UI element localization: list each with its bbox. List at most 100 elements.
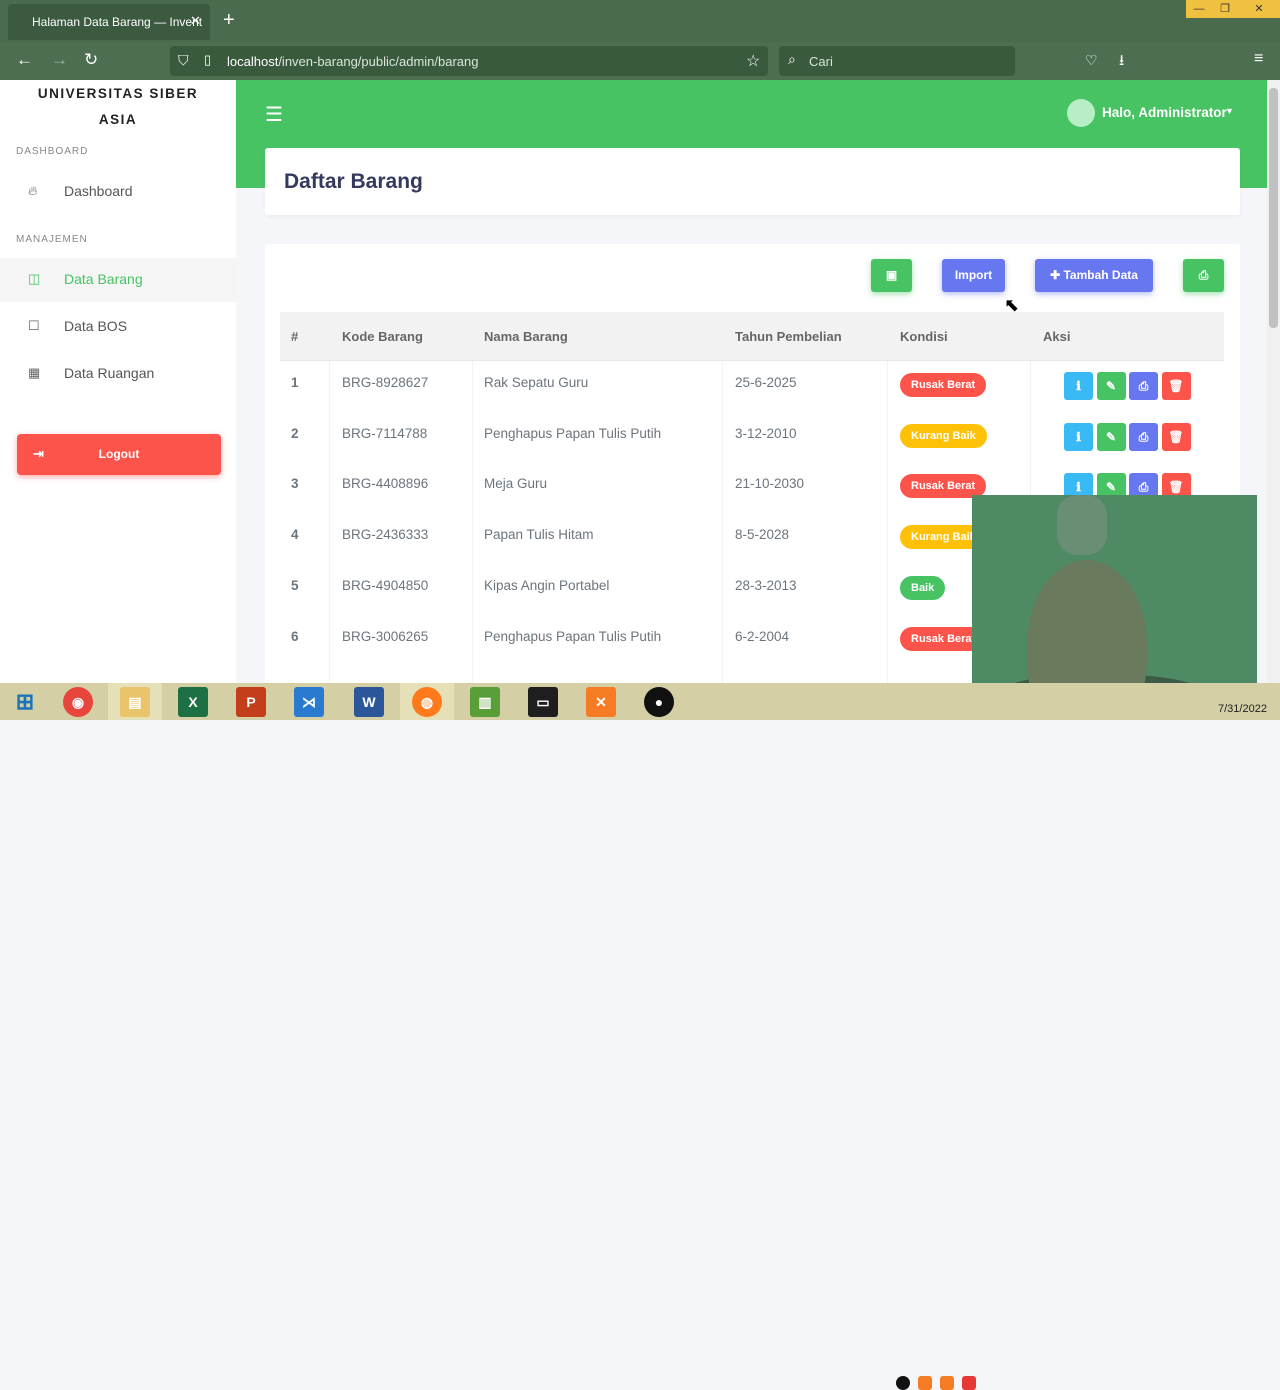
search-bar[interactable]: ⌕ Cari	[779, 46, 1015, 76]
kode-barang-cell: BRG-8928627	[342, 375, 429, 390]
tab-title: Halaman Data Barang — Invent	[32, 15, 203, 29]
kondisi-badge: Kurang Baik	[900, 423, 987, 448]
close-icon: ✕	[1254, 3, 1264, 15]
edit-button[interactable]: ✎	[1096, 422, 1126, 451]
edit-button[interactable]: ✎	[1096, 372, 1126, 400]
delete-button[interactable]: 🗑︎	[1161, 372, 1191, 400]
user-greeting[interactable]: Halo, Administrator	[1102, 105, 1227, 120]
export-excel-button[interactable]: ▣	[871, 259, 912, 292]
column-header: Aksi	[1043, 329, 1071, 344]
square-icon: ☐	[28, 318, 40, 333]
firefox-icon[interactable]: ◍	[412, 687, 442, 717]
grid-icon: ▦	[28, 365, 41, 380]
tab-close-icon[interactable]: ✕	[190, 13, 201, 29]
tray-record-icon[interactable]	[896, 1376, 910, 1390]
import-button[interactable]: Import	[942, 259, 1005, 292]
scrollbar-thumb[interactable]	[1269, 88, 1278, 328]
search-placeholder: Cari	[809, 54, 833, 69]
window-close-button[interactable]: ✕	[1238, 0, 1280, 18]
brand: UNIVERSITAS SIBER ASIA	[0, 80, 236, 133]
tray-xampp-icon[interactable]	[940, 1376, 954, 1390]
tahun-pembelian-cell: 6-2-2004	[735, 628, 790, 644]
kode-barang-cell: BRG-7114788	[342, 425, 428, 441]
pocket-icon[interactable]: ♡	[1085, 52, 1098, 69]
sidebar: UNIVERSITAS SIBER ASIA DASHBOARD 🔥︎ Dash…	[0, 80, 236, 683]
webcam-overlay	[972, 495, 1257, 710]
info-button[interactable]: ℹ	[1064, 372, 1093, 400]
new-tab-button[interactable]: +	[223, 9, 235, 32]
column-header: Kondisi	[900, 329, 948, 344]
menu-icon[interactable]: ≡	[1254, 50, 1263, 68]
bookmark-star-icon[interactable]: ☆	[746, 51, 760, 71]
sidebar-item-data-barang[interactable]: ◫ Data Barang	[0, 258, 236, 302]
terminal-icon[interactable]: ▭	[528, 687, 558, 717]
avatar[interactable]	[1067, 99, 1095, 127]
shield-icon: ⛉	[178, 52, 189, 68]
row-number: 1	[291, 375, 299, 390]
caret-down-icon[interactable]: ▼	[1225, 106, 1234, 116]
delete-button[interactable]: 🗑︎	[1161, 422, 1191, 451]
tray-icon[interactable]	[962, 1376, 976, 1390]
table-row: 1 BRG-8928627 Rak Sepatu Guru 25-6-2025 Rusa…	[280, 361, 1224, 412]
tambah-data-button[interactable]: ✚ Tambah Data	[1035, 259, 1153, 292]
excel-icon: ▣	[885, 268, 898, 282]
sidebar-item-label: Dashboard	[64, 183, 133, 199]
print-button[interactable]: ⎙	[1183, 259, 1224, 292]
word-icon[interactable]: W	[354, 687, 384, 717]
notepad-icon[interactable]: ▥	[470, 687, 500, 717]
recorder-icon[interactable]: ●	[644, 687, 674, 717]
sidebar-item-data-bos[interactable]: ☐ Data BOS	[0, 305, 236, 349]
nama-barang-cell: Penghapus Papan Tulis Putih	[484, 628, 662, 644]
taskbar-clock: 7/31/2022	[1218, 703, 1267, 715]
window-minimize-button[interactable]: —	[1186, 0, 1212, 18]
nama-barang-cell: Papan Tulis Hitam	[484, 527, 594, 543]
info-button[interactable]: ℹ	[1064, 422, 1093, 451]
reload-icon[interactable]: ↻	[84, 50, 98, 70]
url-host: localhost	[227, 54, 279, 69]
download-icon[interactable]: ⭳	[1119, 50, 1124, 75]
mouse-cursor-icon: ⬉	[1004, 295, 1020, 315]
tahun-pembelian-cell: 28-3-2013	[735, 577, 797, 593]
column-header: Kode Barang	[342, 329, 423, 344]
minimize-icon: —	[1193, 3, 1205, 15]
windows-start-icon[interactable]: ⊞	[10, 687, 40, 717]
print-icon: ⎙	[1138, 480, 1149, 495]
sidebar-item-data-ruangan[interactable]: ▦ Data Ruangan	[0, 352, 236, 396]
window-maximize-button[interactable]: ❐	[1212, 0, 1238, 18]
print-row-button[interactable]: ⎙	[1129, 372, 1158, 400]
table-header: # Kode Barang Nama Barang Tahun Pembelia…	[280, 312, 1224, 361]
column-header: Nama Barang	[484, 329, 568, 344]
sidebar-item-label: Data Barang	[64, 271, 143, 287]
vscode-icon[interactable]: ⋊	[294, 687, 324, 717]
row-number: 2	[291, 425, 299, 441]
browser-tab[interactable]: Halaman Data Barang — Invent	[8, 4, 210, 40]
chrome-icon[interactable]: ◉	[63, 687, 93, 717]
excel-app-icon[interactable]: X	[178, 687, 208, 717]
plus-icon: ✚	[1050, 268, 1064, 282]
powerpoint-icon[interactable]: P	[236, 687, 266, 717]
file-explorer-icon[interactable]: ▤	[120, 687, 150, 717]
tahun-pembelian-cell: 25-6-2025	[735, 375, 797, 390]
forward-icon[interactable]: →	[51, 50, 68, 70]
fire-icon: 🔥︎	[28, 183, 38, 198]
xampp-icon[interactable]: ✕	[586, 687, 616, 717]
sidebar-item-dashboard[interactable]: 🔥︎ Dashboard	[0, 170, 236, 214]
print-row-button[interactable]: ⎙	[1129, 422, 1158, 451]
hamburger-icon[interactable]: ☰	[265, 102, 283, 127]
taskbar: ⊞ ◉ ▤ X P ⋊ W ◍ ▥ ▭ ✕ ●	[0, 683, 1280, 1390]
url-bar[interactable]: ⛉ ▯ localhost/inven-barang/public/admin/…	[170, 46, 768, 76]
logout-button[interactable]: ⇥ Logout	[17, 434, 221, 475]
tahun-pembelian-cell: 3-12-2010	[735, 425, 797, 441]
info-icon: ℹ	[1076, 480, 1081, 495]
section-label-manajemen: MANAJEMEN	[16, 234, 88, 245]
kode-barang-cell: BRG-4904850	[342, 577, 429, 593]
back-icon[interactable]: ←	[16, 50, 33, 70]
page-title: Daftar Barang	[284, 170, 423, 193]
url-text: localhost/inven-barang/public/admin/bara…	[227, 54, 479, 69]
nama-barang-cell: Kipas Angin Portabel	[484, 577, 610, 593]
column-header: #	[291, 329, 299, 344]
browser-nav-bar: ← → ↻ ⛉ ▯ localhost/inven-barang/public/…	[0, 42, 1280, 109]
brand-line-1: UNIVERSITAS SIBER	[37, 86, 199, 101]
tray-xampp-icon[interactable]	[918, 1376, 932, 1390]
restore-icon: ❐	[1220, 3, 1230, 15]
